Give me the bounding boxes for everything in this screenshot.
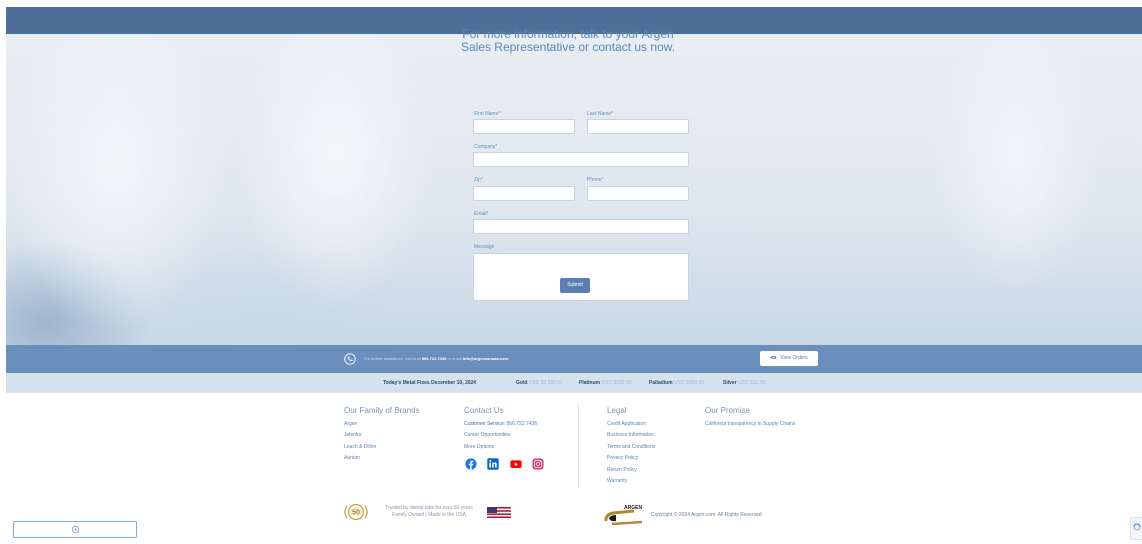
terms-conditions-link[interactable]: Terms and Conditions xyxy=(607,444,655,450)
zip-input[interactable] xyxy=(473,186,575,201)
email-label: Email* xyxy=(474,211,489,217)
warranty-link[interactable]: Warranty xyxy=(607,478,627,484)
brands-title: Our Family of Brands xyxy=(344,406,420,415)
legal-title: Legal xyxy=(607,406,627,415)
badge-text: 50 xyxy=(352,510,360,517)
last-name-label: Last Name* xyxy=(587,111,614,117)
brand-link-aurium[interactable]: Aurium xyxy=(344,455,360,461)
brand-link-leach-dillon[interactable]: Leach & Dillon xyxy=(344,444,376,450)
linkedin-icon[interactable] xyxy=(487,458,499,470)
career-opportunities-link[interactable]: Career Opportunities xyxy=(464,432,510,438)
privacy-policy-link[interactable]: Privacy Policy xyxy=(607,455,638,461)
customer-service-line: Customer Service: 866.722.7436 xyxy=(464,421,537,427)
customer-service-label: Customer Service: xyxy=(464,421,506,427)
email-input[interactable] xyxy=(473,219,689,234)
recaptcha-badge[interactable] xyxy=(1130,517,1142,540)
recaptcha-icon xyxy=(1133,523,1141,531)
contact-title: Contact Us xyxy=(464,406,504,415)
message-textarea[interactable] xyxy=(473,253,689,301)
gold-price: Gold USD $2,685.60 xyxy=(516,380,563,386)
company-input[interactable] xyxy=(473,152,689,167)
phone-label: Phone* xyxy=(587,177,604,183)
submit-button[interactable]: Submit xyxy=(560,278,590,293)
more-options-link[interactable]: More Options xyxy=(464,444,494,450)
supply-chains-link[interactable]: California transparency in Supply Chains xyxy=(705,421,795,427)
copyright-text: Copyright © 2024 Argen.com. All Rights R… xyxy=(651,512,762,518)
fifty-years-badge: 50 xyxy=(344,503,368,521)
youtube-icon[interactable] xyxy=(510,458,522,470)
instagram-icon[interactable] xyxy=(532,458,544,470)
assistance-text: For further assistance, call us at 866.7… xyxy=(364,356,508,362)
first-name-input[interactable] xyxy=(473,119,575,134)
assist-or-email: or email xyxy=(447,356,462,361)
form-title-line-2: Sales Representative or contact us now. xyxy=(460,40,676,54)
promise-title: Our Promise xyxy=(705,406,750,415)
phone-icon xyxy=(344,353,356,365)
brand-link-jelenko[interactable]: Jelenko xyxy=(344,432,361,438)
assist-prefix: For further assistance, call us at xyxy=(364,356,421,361)
business-information-link[interactable]: Business Information xyxy=(607,432,654,438)
message-label: Message xyxy=(474,244,495,250)
eye-icon xyxy=(770,356,778,360)
brand-link-argen[interactable]: Argen xyxy=(344,421,357,427)
metal-fixes-bar: Today's Metal Fixes December 10, 2024 Go… xyxy=(6,373,1142,393)
credit-application-link[interactable]: Credit Application xyxy=(607,421,646,427)
palladium-price: Palladium USD $969.00 xyxy=(649,380,705,386)
metal-fixes-title: Today's Metal Fixes December 10, 2024 xyxy=(383,380,477,386)
us-flag-icon xyxy=(487,507,511,518)
company-label: Company* xyxy=(474,144,498,150)
trusted-line-1: Trusted by dental labs for over 50 years xyxy=(385,505,473,511)
facebook-icon[interactable] xyxy=(465,458,477,470)
footer-divider xyxy=(578,404,579,488)
phone-input[interactable] xyxy=(587,186,689,201)
silver-price: Silver USD $31.90 xyxy=(723,380,766,386)
form-title: For more information, talk to your Argen… xyxy=(450,28,686,54)
bottom-settings-button[interactable] xyxy=(13,521,137,538)
argen-logo: ARGEN xyxy=(604,505,642,525)
return-policy-link[interactable]: Return Policy xyxy=(607,467,637,473)
contact-assistance-bar: For further assistance, call us at 866.7… xyxy=(6,345,1142,373)
trusted-line-2: Family Owned | Made in the USA xyxy=(392,512,466,518)
settings-icon xyxy=(71,525,80,534)
assist-email-link[interactable]: info@argencanada.com xyxy=(463,356,508,361)
argen-logo-text: ARGEN xyxy=(624,505,642,511)
trusted-text: Trusted by dental labs for over 50 years… xyxy=(375,505,483,519)
assist-phone-link[interactable]: 866.722.7436 xyxy=(422,356,446,361)
platinum-price: Platinum USD $939.00 xyxy=(579,380,632,386)
view-orders-button[interactable]: View Orders xyxy=(760,351,818,366)
customer-service-phone-link[interactable]: 866.722.7436 xyxy=(507,421,538,427)
last-name-input[interactable] xyxy=(587,119,689,134)
view-orders-label: View Orders xyxy=(780,355,808,361)
zip-label: Zip* xyxy=(474,177,483,183)
first-name-label: First Name* xyxy=(474,111,501,117)
